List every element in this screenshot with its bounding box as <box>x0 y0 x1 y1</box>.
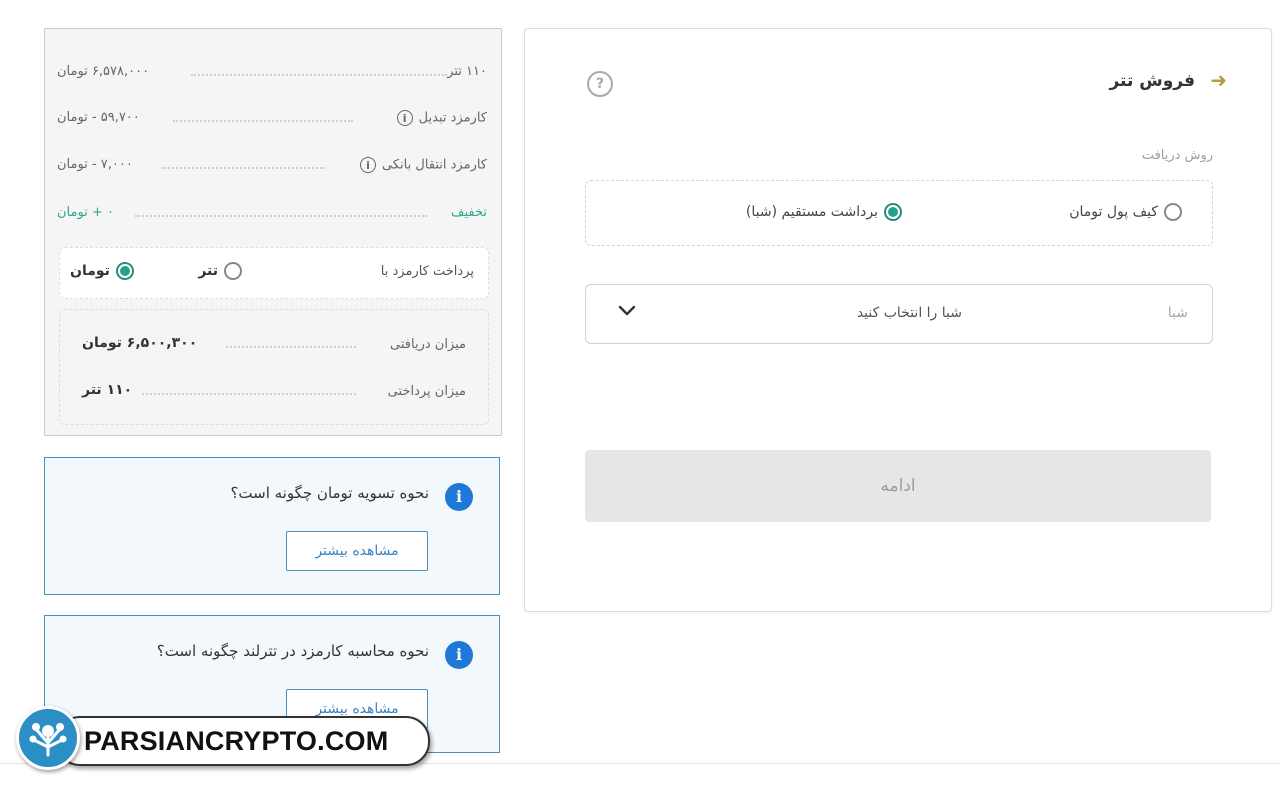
sheba-select[interactable]: شبا شبا را انتخاب کنید <box>585 284 1213 344</box>
summary-row-amount: ۱۱۰ تتر ۶,۵۷۸,۰۰۰ تومان <box>45 62 501 86</box>
option-direct-sheba[interactable]: برداشت مستقیم (شبا) <box>746 203 902 221</box>
paid-amount-value: ۱۱۰ تتر <box>82 382 133 398</box>
dotted-divider <box>226 346 356 348</box>
option-label: تتر <box>198 263 218 279</box>
dotted-divider <box>142 393 356 395</box>
radio-unchecked-icon[interactable] <box>1164 203 1182 221</box>
received-amount-value: ۶,۵۰۰,۳۰۰ تومان <box>82 335 198 351</box>
fee-option-tether[interactable]: تتر <box>198 262 242 280</box>
option-label: تومان <box>70 263 110 279</box>
row-label: تخفیف <box>451 205 487 220</box>
summary-row-conversion-fee: کارمزد تبدیل i ۵۹,۷۰۰ - تومان <box>45 108 501 132</box>
see-more-button[interactable]: مشاهده بیشتر <box>286 531 428 571</box>
sheba-placeholder: شبا را انتخاب کنید <box>856 305 962 321</box>
row-value: ۰ + تومان <box>57 205 114 220</box>
radio-checked-icon[interactable] <box>884 203 902 221</box>
option-toman-wallet[interactable]: کیف پول تومان <box>1069 203 1182 221</box>
sheba-field-label: شبا <box>1167 305 1188 321</box>
paid-amount-label: میزان پرداختی <box>387 384 466 399</box>
info-question: نحوه تسویه تومان چگونه است؟ <box>230 484 429 502</box>
option-label: برداشت مستقیم (شبا) <box>745 204 878 220</box>
paid-amount-row: میزان پرداختی ۱۱۰ تتر <box>60 381 488 405</box>
radio-checked-icon[interactable] <box>115 262 134 280</box>
chevron-down-icon[interactable] <box>616 299 638 326</box>
receive-method-group: کیف پول تومان برداشت مستقیم (شبا) <box>585 180 1213 246</box>
radio-unchecked-icon[interactable] <box>224 262 242 280</box>
row-label-text: کارمزد انتقال بانکی <box>382 157 487 173</box>
row-label: ۱۱۰ تتر <box>447 64 487 79</box>
row-label: کارمزد انتقال بانکی i <box>360 157 487 173</box>
back-arrow-icon[interactable]: ➜ <box>1210 68 1227 92</box>
info-question: نحوه محاسبه کارمزد در تترلند چگونه است؟ <box>156 642 429 660</box>
summary-row-discount: تخفیف ۰ + تومان <box>45 203 501 227</box>
dotted-divider <box>191 74 447 76</box>
watermark-logo-icon <box>16 706 80 770</box>
continue-button[interactable]: ادامه <box>585 450 1211 522</box>
row-label-text: کارمزد تبدیل <box>418 110 487 126</box>
received-amount-label: میزان دریافتی <box>390 337 466 352</box>
info-card-settlement: i نحوه تسویه تومان چگونه است؟ مشاهده بیش… <box>44 457 500 595</box>
info-icon: i <box>445 641 473 669</box>
row-label: کارمزد تبدیل i <box>396 110 487 126</box>
info-icon[interactable]: i <box>360 157 377 173</box>
info-icon: i <box>445 483 473 511</box>
summary-row-bank-fee: کارمزد انتقال بانکی i ۷,۰۰۰ - تومان <box>45 155 501 179</box>
receive-method-label: روش دریافت <box>1141 148 1213 163</box>
summary-card: ۱۱۰ تتر ۶,۵۷۸,۰۰۰ تومان کارمزد تبدیل i ۵۹… <box>44 28 502 436</box>
watermark-text: PARSIANCRYPTO.COM <box>84 726 389 756</box>
received-amount-row: میزان دریافتی ۶,۵۰۰,۳۰۰ تومان <box>60 334 488 358</box>
row-value: ۵۹,۷۰۰ - تومان <box>57 110 140 125</box>
fee-payment-group: پرداخت کارمزد با تتر تومان <box>59 247 489 299</box>
fee-payment-label: پرداخت کارمزد با <box>380 264 474 279</box>
fee-option-toman[interactable]: تومان <box>70 262 134 280</box>
dotted-divider <box>135 215 427 217</box>
info-icon[interactable]: i <box>396 110 413 126</box>
sell-card: ➜ فروش تتر ? روش دریافت کیف پول تومان بر… <box>524 28 1272 612</box>
page-title: فروش تتر <box>1109 71 1195 91</box>
amount-summary: میزان دریافتی ۶,۵۰۰,۳۰۰ تومان میزان پردا… <box>59 309 489 425</box>
row-value: ۷,۰۰۰ - تومان <box>57 157 133 172</box>
dotted-divider <box>161 167 325 169</box>
help-icon[interactable]: ? <box>587 71 613 97</box>
dotted-divider <box>173 120 353 122</box>
option-label: کیف پول تومان <box>1069 204 1158 220</box>
row-value: ۶,۵۷۸,۰۰۰ تومان <box>57 64 150 79</box>
watermark: PARSIANCRYPTO.COM <box>16 706 430 770</box>
